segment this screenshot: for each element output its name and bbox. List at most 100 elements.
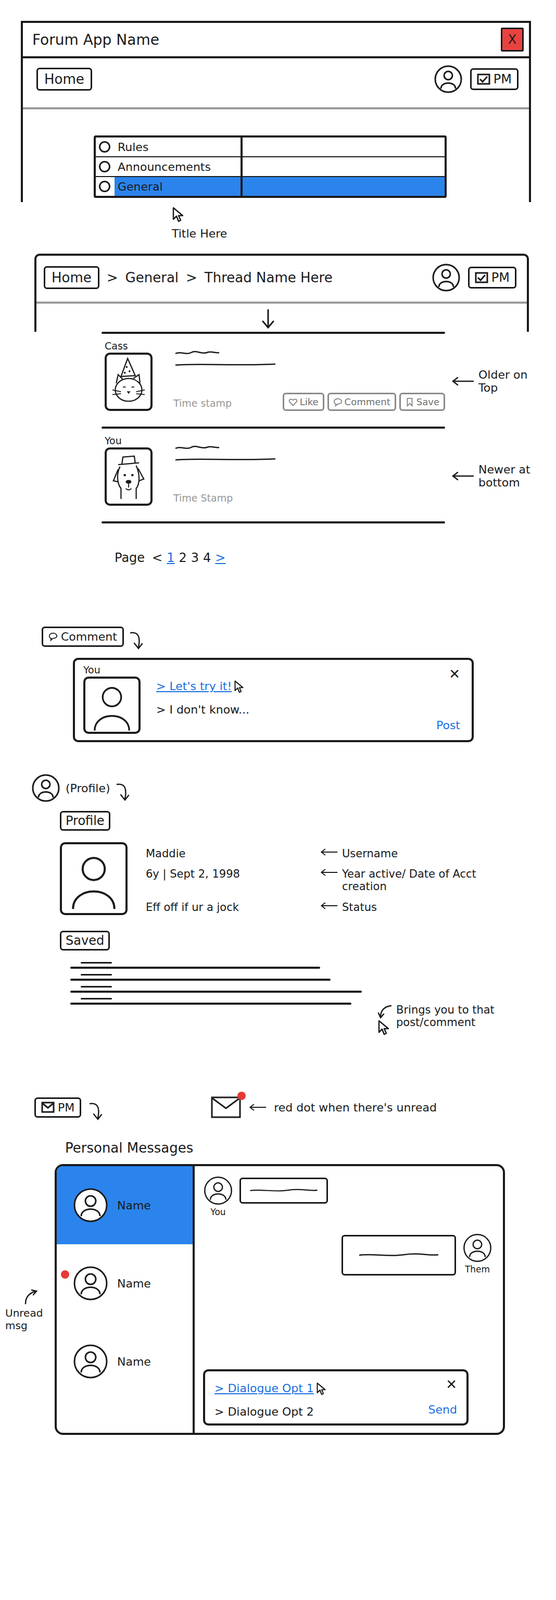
speech-bubble-icon <box>333 397 343 407</box>
saved-item[interactable] <box>70 961 362 969</box>
conversation-item[interactable]: Name <box>56 1321 193 1400</box>
cursor-icon <box>233 679 245 694</box>
category-detail <box>242 157 445 176</box>
pagination: Page<1234> <box>114 550 556 565</box>
avatar[interactable] <box>104 447 153 506</box>
annotation-text: Unread msg <box>5 1306 55 1332</box>
avatar <box>83 676 141 734</box>
post-timestamp: Time stamp <box>173 397 232 411</box>
post-row: YouTime StampNewer at bottom <box>101 428 556 524</box>
profile-sketch: (Profile)ProfileMaddieUsername6y | Sept … <box>31 773 556 1036</box>
previous-page[interactable]: < <box>152 550 163 565</box>
profile-icon[interactable] <box>433 64 463 94</box>
comment-button[interactable]: Comment <box>41 626 124 647</box>
toolbar: Home PM <box>22 58 529 100</box>
post-body: Time stamp LikeCommentSave <box>173 339 446 411</box>
annotation-text: Older on Top <box>478 368 551 395</box>
comment-dialog: You> Let's try it!> I don't know...✕Post <box>72 657 474 742</box>
post-list: CassTime stampLikeCommentSaveOlder on To… <box>101 331 556 565</box>
home-button[interactable]: Home <box>36 67 93 91</box>
post: CassTime stampLikeCommentSave <box>101 333 446 429</box>
chat-view: You Them > Dialogue Opt 1 > Dialogue Opt 2 ✕… <box>194 1165 503 1433</box>
field-annotation: Status <box>320 900 518 914</box>
category-row[interactable]: Rules <box>95 137 445 158</box>
like-button[interactable]: Like <box>282 392 325 411</box>
chat-message: You <box>203 1174 493 1217</box>
conversation-name: Name <box>117 1276 151 1290</box>
page-number[interactable]: 4 <box>203 550 211 565</box>
down-arrow-icon <box>260 308 276 330</box>
saved-item[interactable] <box>70 997 362 1005</box>
category-row[interactable]: Announcements <box>95 157 445 178</box>
breadcrumb-item[interactable]: General <box>125 269 179 286</box>
pm-button[interactable]: PM <box>34 1096 82 1118</box>
saved-item[interactable] <box>70 985 362 993</box>
category-radio[interactable] <box>98 160 111 173</box>
reply-dialog: > Dialogue Opt 1 > Dialogue Opt 2 ✕ Send <box>203 1368 469 1425</box>
message-bubble <box>341 1234 457 1275</box>
saved-item[interactable] <box>70 973 362 981</box>
profile-card: MaddieUsername6y | Sept 2, 1998Year acti… <box>59 841 518 915</box>
close-button[interactable]: ✕ <box>446 663 463 684</box>
reply-option[interactable]: > Dialogue Opt 2 <box>214 1404 416 1418</box>
conversation-name: Name <box>117 1354 151 1368</box>
left-arrow-icon <box>320 867 338 877</box>
send-button[interactable]: Send <box>426 1400 460 1418</box>
chat-message: Them <box>203 1232 493 1275</box>
unread-dot <box>237 1091 246 1100</box>
annotation-text: Newer at bottom <box>478 462 551 489</box>
profile-field: Eff off if ur a jock <box>145 900 321 914</box>
pm-button[interactable]: PM <box>470 68 519 91</box>
conversation-item[interactable]: Name <box>56 1165 193 1244</box>
profile-icon[interactable] <box>431 262 461 293</box>
reply-option[interactable]: > Dialogue Opt 1 <box>214 1381 416 1396</box>
post-annotation: Newer at bottom <box>451 462 551 489</box>
category-radio[interactable] <box>98 180 111 193</box>
cat-party-hat-icon <box>106 354 151 409</box>
profile-icon[interactable] <box>31 773 61 803</box>
post-row: CassTime stampLikeCommentSaveOlder on To… <box>101 333 556 429</box>
page-number[interactable]: 1 <box>166 550 175 565</box>
breadcrumb-home[interactable]: Home <box>43 266 100 289</box>
breadcrumb-separator: > <box>185 269 198 286</box>
page-number[interactable]: 2 <box>179 550 187 565</box>
post-divider <box>101 521 446 524</box>
breadcrumb-item[interactable]: Thread Name Here <box>204 269 333 286</box>
pm-button[interactable]: PM <box>468 266 517 289</box>
conversation-item[interactable]: Name <box>56 1243 193 1322</box>
speech-bubble-icon <box>48 631 58 641</box>
category-row[interactable]: General <box>95 177 445 196</box>
field-annotation: Username <box>320 847 518 860</box>
thread-sketch: Home>General>Thread Name HerePMCassTime … <box>0 253 556 565</box>
conversation-list: Name Name Name <box>56 1165 195 1433</box>
post-button[interactable]: Post <box>434 716 463 734</box>
save-button[interactable]: Save <box>399 392 446 411</box>
mail-check-icon <box>476 73 491 85</box>
toolbar-actions: PM <box>433 64 519 94</box>
arrow-icon <box>22 1288 39 1305</box>
avatar[interactable] <box>104 352 153 411</box>
left-arrow-icon <box>451 375 475 387</box>
header-divider <box>36 301 527 304</box>
comment-button[interactable]: Comment <box>327 392 397 411</box>
left-arrow-icon <box>451 470 475 482</box>
saved-annotation: Brings you to that post/comment <box>377 961 513 1036</box>
envelope-icon <box>210 1095 242 1119</box>
close-button[interactable]: X <box>500 27 524 52</box>
pm-label: PM <box>493 71 512 87</box>
comment-option[interactable]: > I don't know... <box>156 702 419 716</box>
message-text-placeholder <box>353 1249 445 1260</box>
message-text-placeholder <box>248 1184 320 1196</box>
next-page[interactable]: > <box>215 550 226 565</box>
left-arrow-icon <box>248 1102 267 1112</box>
page-number[interactable]: 3 <box>191 550 199 565</box>
close-button[interactable]: ✕ <box>443 1373 460 1394</box>
mail-check-icon <box>474 271 489 284</box>
bookmark-icon <box>405 397 415 407</box>
window-title: Forum App Name <box>32 31 160 49</box>
category-radio[interactable] <box>98 141 111 153</box>
comment-option[interactable]: > Let's try it! <box>156 679 419 694</box>
breadcrumb-separator: > <box>106 269 119 286</box>
profile-trigger: (Profile) <box>31 773 556 803</box>
title-bar: Forum App Name X <box>22 22 529 59</box>
